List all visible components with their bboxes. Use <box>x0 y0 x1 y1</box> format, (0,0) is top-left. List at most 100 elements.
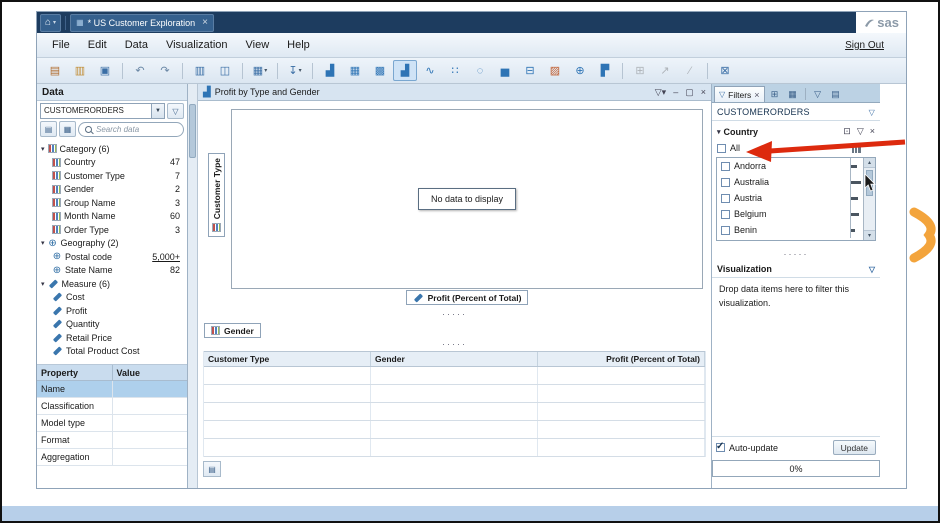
export-menu-icon[interactable]: ↧ ▾ <box>283 60 307 81</box>
search-input[interactable]: Search data <box>78 121 184 137</box>
scrollbar-thumb[interactable] <box>189 104 196 158</box>
local-filter-tab-icon[interactable]: ▽ <box>810 87 826 101</box>
splitter-dots[interactable]: ····· <box>712 249 880 259</box>
box-plot-icon[interactable]: ⊟ <box>518 60 542 81</box>
country-checkbox[interactable] <box>721 225 730 235</box>
scroll-down-icon[interactable]: ▾ <box>864 230 875 240</box>
data-table-menu-icon[interactable]: ▦ ▾ <box>248 60 272 81</box>
country-checkbox[interactable] <box>721 177 730 187</box>
property-row-model-type[interactable]: Model type <box>37 415 187 432</box>
table-view-icon[interactable]: ▤ <box>40 121 57 137</box>
tree-group-measure-6[interactable]: ▾ Measure (6) <box>37 277 187 291</box>
country-row-andorra[interactable]: Andorra <box>717 158 864 174</box>
data-source-caret-icon[interactable]: ▼ <box>151 104 164 118</box>
scrollbar-thumb[interactable] <box>866 170 873 196</box>
cascade-view-icon[interactable]: ▦ <box>785 87 801 101</box>
y-axis-field[interactable]: Customer Type <box>208 153 225 237</box>
tree-item-retail-price[interactable]: Retail Price <box>37 331 187 345</box>
grid-view-icon[interactable]: ▦ <box>59 121 76 137</box>
country-row-belgium[interactable]: Belgium <box>717 206 864 222</box>
bar-chart-icon[interactable]: ▟ <box>393 60 417 81</box>
maximize-icon[interactable]: ▢ <box>685 87 694 98</box>
popout-icon[interactable]: ⊡ <box>843 126 851 137</box>
country-filter-header[interactable]: ▾ Country ⊡ ▽ × <box>712 121 880 139</box>
property-row-name[interactable]: Name <box>37 381 187 398</box>
home-button[interactable]: ⌂ ▾ <box>40 13 62 32</box>
all-checkbox[interactable] <box>717 143 726 153</box>
correlation-icon[interactable]: ⊞ <box>628 60 652 81</box>
country-list-scrollbar[interactable]: ▴ ▾ <box>863 158 875 240</box>
tree-item-customer-type[interactable]: Customer Type 7 <box>37 169 187 183</box>
tree-group-category-6[interactable]: ▾ Category (6) <box>37 142 187 156</box>
comments-icon[interactable]: ⊠ <box>713 60 737 81</box>
tree-item-gender[interactable]: Gender 2 <box>37 183 187 197</box>
menu-file[interactable]: File <box>43 37 79 53</box>
tree-item-state-name[interactable]: ⊕ State Name 82 <box>37 264 187 278</box>
tree-item-month-name[interactable]: Month Name 60 <box>37 210 187 224</box>
country-checkbox[interactable] <box>721 209 730 219</box>
crosstab-icon[interactable]: ▩ <box>368 60 392 81</box>
minimize-icon[interactable]: – <box>673 87 678 97</box>
splitter-dots[interactable]: ····· <box>198 309 711 319</box>
show-table-icon[interactable]: ▤ <box>203 461 221 477</box>
undo-icon[interactable]: ↶ <box>128 60 152 81</box>
tree-item-quantity[interactable]: Quantity <box>37 318 187 332</box>
global-filter-tab-icon[interactable]: ▤ <box>828 87 844 101</box>
country-row-benin[interactable]: Benin <box>717 222 864 238</box>
heat-map-icon[interactable]: ▨ <box>543 60 567 81</box>
treemap-icon[interactable]: ▛ <box>593 60 617 81</box>
tab-filters[interactable]: ▽ Filters × <box>714 86 765 102</box>
country-row-australia[interactable]: Australia <box>717 174 864 190</box>
menu-visualization[interactable]: Visualization <box>157 37 237 53</box>
auto-chart-icon[interactable]: ▟ <box>318 60 342 81</box>
save-icon[interactable]: ▣ <box>93 60 117 81</box>
new-report-icon[interactable]: ▤ <box>43 60 67 81</box>
redo-icon[interactable]: ↷ <box>153 60 177 81</box>
tree-item-postal-code[interactable]: ⊕ Postal code 5,000+ <box>37 250 187 264</box>
menu-data[interactable]: Data <box>116 37 157 53</box>
tree-item-total-product-cost[interactable]: Total Product Cost <box>37 345 187 359</box>
country-checkbox[interactable] <box>721 193 730 203</box>
layout-panels-icon[interactable]: ◫ <box>213 60 237 81</box>
all-row[interactable]: All <box>712 139 880 155</box>
forecast-icon[interactable]: ↗ <box>653 60 677 81</box>
sign-out-link[interactable]: Sign Out <box>845 40 900 51</box>
scroll-up-icon[interactable]: ▴ <box>864 158 875 168</box>
data-source-select[interactable]: CUSTOMERORDERS ▼ <box>40 103 165 119</box>
property-row-aggregation[interactable]: Aggregation <box>37 449 187 466</box>
fit-line-icon[interactable]: ⁄ <box>678 60 702 81</box>
auto-update-checkbox[interactable] <box>716 441 725 452</box>
tree-item-group-name[interactable]: Group Name 3 <box>37 196 187 210</box>
collapse-caret-icon[interactable]: ▾ <box>717 128 721 136</box>
source-filter-icon[interactable]: ▽ <box>869 108 875 117</box>
property-row-format[interactable]: Format <box>37 432 187 449</box>
filters-tab-close-icon[interactable]: × <box>754 90 759 100</box>
gender-field[interactable]: Gender <box>204 323 261 338</box>
bubble-plot-icon[interactable]: ◌ <box>468 60 492 81</box>
property-row-classification[interactable]: Classification <box>37 398 187 415</box>
tree-item-profit[interactable]: Profit <box>37 304 187 318</box>
open-icon[interactable]: ▥ <box>68 60 92 81</box>
menu-help[interactable]: Help <box>278 37 319 53</box>
country-checkbox[interactable] <box>721 161 730 171</box>
table-icon[interactable]: ▦ <box>343 60 367 81</box>
menu-edit[interactable]: Edit <box>79 37 116 53</box>
geo-map-icon[interactable]: ⊕ <box>568 60 592 81</box>
tab-close-icon[interactable]: × <box>202 17 208 28</box>
remove-filter-icon[interactable]: × <box>870 126 875 137</box>
country-filter-menu-icon[interactable]: ▽ <box>857 126 864 137</box>
close-icon[interactable]: × <box>701 87 706 97</box>
data-panel-scrollbar[interactable] <box>188 84 198 488</box>
add-filter-icon[interactable]: ⊞ <box>767 87 783 101</box>
duplicate-view-icon[interactable]: ▥ <box>188 60 212 81</box>
scatter-plot-icon[interactable]: ∷ <box>443 60 467 81</box>
exploration-tab[interactable]: ▦ * US Customer Exploration × <box>70 13 215 32</box>
x-axis-field[interactable]: Profit (Percent of Total) <box>405 290 529 305</box>
tree-group-geography-2[interactable]: ▾ ⊕ Geography (2) <box>37 237 187 251</box>
viz-filter-menu-icon[interactable]: ▽▾ <box>655 87 666 98</box>
update-button[interactable]: Update <box>832 440 876 455</box>
menu-view[interactable]: View <box>237 37 279 53</box>
tree-item-cost[interactable]: Cost <box>37 291 187 305</box>
histogram-icon[interactable]: ▅ <box>493 60 517 81</box>
data-options-icon[interactable]: ▽ <box>167 103 184 119</box>
